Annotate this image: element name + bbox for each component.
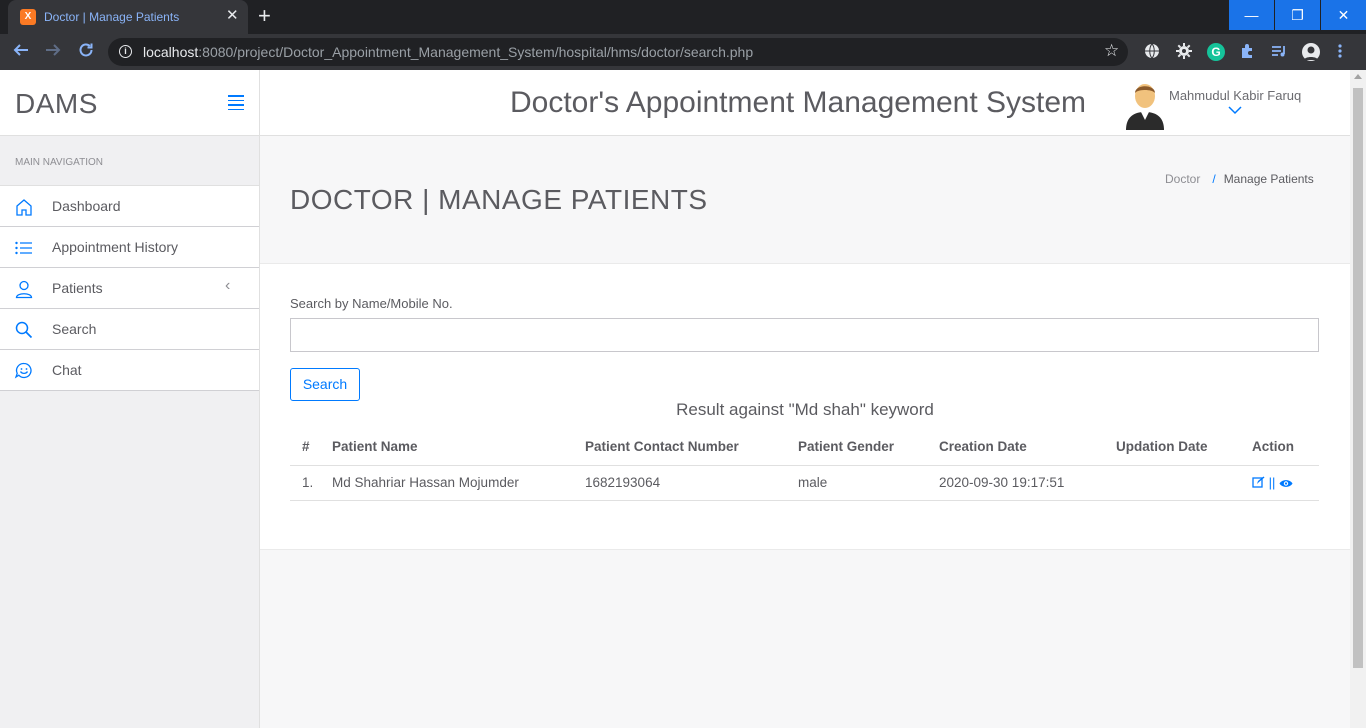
search-panel: Search by Name/Mobile No. Search Result … xyxy=(260,265,1350,550)
column-header-number: # xyxy=(290,429,332,466)
cell-number: 1. xyxy=(290,465,332,501)
xampp-favicon-icon: X xyxy=(20,9,36,25)
scroll-up-arrow-icon[interactable] xyxy=(1354,74,1362,79)
search-button[interactable]: Search xyxy=(290,368,360,401)
chevron-down-icon[interactable] xyxy=(1228,102,1242,118)
reload-icon[interactable] xyxy=(77,41,95,64)
edit-icon[interactable] xyxy=(1252,475,1265,490)
column-header-patient-name: Patient Name xyxy=(332,429,585,466)
sidebar-item-label: Chat xyxy=(52,362,82,378)
profile-avatar-icon[interactable] xyxy=(1302,43,1320,61)
sidebar-item-label: Search xyxy=(52,321,97,337)
sidebar-item-chat[interactable]: Chat xyxy=(0,350,259,391)
column-header-action: Action xyxy=(1252,429,1319,466)
home-icon xyxy=(14,197,34,217)
breadcrumb: Doctor / Manage Patients xyxy=(1165,172,1314,186)
bookmark-star-icon[interactable]: ☆ xyxy=(1104,41,1119,61)
app-header: DAMS Doctor's Appointment Management Sys… xyxy=(0,70,1350,136)
url-text[interactable]: localhost:8080/project/Doctor_Appointmen… xyxy=(143,44,753,60)
sidebar-item-patients[interactable]: Patients ‹ xyxy=(0,268,259,309)
page-title: DOCTOR | MANAGE PATIENTS xyxy=(290,184,708,215)
column-header-creation-date: Creation Date xyxy=(939,429,1116,466)
nav-list: Dashboard Appointment History Patients ‹… xyxy=(0,185,259,391)
page-scrollbar[interactable] xyxy=(1350,70,1366,728)
column-header-gender: Patient Gender xyxy=(798,429,939,466)
cell-action: || xyxy=(1252,465,1319,501)
tab-close-icon[interactable]: ✕ xyxy=(226,7,239,25)
menu-toggle-icon[interactable] xyxy=(228,95,244,113)
view-eye-icon[interactable] xyxy=(1279,475,1293,490)
sidebar-item-search[interactable]: Search xyxy=(0,309,259,350)
forward-arrow-icon[interactable] xyxy=(44,41,62,64)
browser-menu-icon[interactable] xyxy=(1335,43,1345,61)
page-header: DOCTOR | MANAGE PATIENTS Doctor / Manage P… xyxy=(260,136,1350,264)
column-header-updation-date: Updation Date xyxy=(1116,429,1252,466)
sidebar-item-label: Appointment History xyxy=(52,239,179,255)
scrollbar-thumb[interactable] xyxy=(1353,88,1363,668)
cell-gender: male xyxy=(798,465,939,501)
cell-patient-name: Md Shahriar Hassan Mojumder xyxy=(332,465,585,501)
search-label: Search by Name/Mobile No. xyxy=(290,296,453,311)
back-arrow-icon[interactable] xyxy=(12,41,30,64)
result-heading: Result against "Md shah" keyword xyxy=(676,400,934,419)
brand-logo[interactable]: DAMS xyxy=(15,88,98,120)
grammarly-extension-icon[interactable]: G xyxy=(1207,43,1225,61)
table-header-row: # Patient Name Patient Contact Number Pa… xyxy=(290,429,1319,466)
playlist-icon[interactable] xyxy=(1270,43,1288,61)
breadcrumb-parent[interactable]: Doctor xyxy=(1165,172,1200,186)
patients-table: # Patient Name Patient Contact Number Pa… xyxy=(290,429,1319,501)
new-tab-icon[interactable]: + xyxy=(258,5,271,27)
breadcrumb-separator: / xyxy=(1212,172,1216,186)
browser-tab[interactable]: X Doctor | Manage Patients ✕ xyxy=(8,0,248,34)
action-separator: || xyxy=(1268,475,1276,490)
address-bar[interactable]: i localhost:8080/project/Doctor_Appointm… xyxy=(108,38,1128,66)
sidebar-item-label: Patients xyxy=(52,280,103,296)
breadcrumb-current: Manage Patients xyxy=(1223,172,1314,186)
puzzle-extensions-icon[interactable] xyxy=(1238,43,1256,61)
cell-creation-date: 2020-09-30 19:17:51 xyxy=(939,465,1116,501)
window-maximize-button[interactable]: ❐ xyxy=(1275,0,1320,30)
browser-toolbar: i localhost:8080/project/Doctor_Appointm… xyxy=(0,34,1366,70)
chat-icon xyxy=(14,361,34,381)
sidebar: MAIN NAVIGATION Dashboard Appointment Hi… xyxy=(0,136,260,728)
globe-extension-icon[interactable] xyxy=(1143,43,1161,61)
cell-updation-date xyxy=(1116,465,1252,501)
user-icon xyxy=(14,279,34,299)
table-row: 1. Md Shahriar Hassan Mojumder 168219306… xyxy=(290,465,1319,501)
browser-titlebar: X Doctor | Manage Patients ✕ + — ❐ ✕ xyxy=(0,0,1366,34)
content-footer-area xyxy=(260,550,1350,728)
list-icon xyxy=(14,238,34,258)
column-header-contact-number: Patient Contact Number xyxy=(585,429,798,466)
brand-area: DAMS xyxy=(0,70,260,136)
tab-title: Doctor | Manage Patients xyxy=(44,10,180,24)
cell-contact-number: 1682193064 xyxy=(585,465,798,501)
main-content: DOCTOR | MANAGE PATIENTS Doctor / Manage P… xyxy=(260,136,1350,728)
site-info-icon[interactable]: i xyxy=(119,45,132,58)
nav-heading: MAIN NAVIGATION xyxy=(15,157,103,168)
sidebar-item-dashboard[interactable]: Dashboard xyxy=(0,186,259,227)
gear-extension-icon[interactable] xyxy=(1175,43,1193,61)
chevron-left-icon[interactable]: ‹ xyxy=(225,277,230,295)
user-name[interactable]: Mahmudul Kabir Faruq xyxy=(1169,88,1301,103)
search-icon xyxy=(14,320,34,340)
sidebar-item-label: Dashboard xyxy=(52,198,121,214)
window-close-button[interactable]: ✕ xyxy=(1321,0,1366,30)
user-avatar[interactable] xyxy=(1124,80,1166,130)
window-minimize-button[interactable]: — xyxy=(1229,0,1274,30)
sidebar-item-appointment-history[interactable]: Appointment History xyxy=(0,227,259,268)
search-input[interactable] xyxy=(290,318,1319,352)
system-title: Doctor's Appointment Management System xyxy=(510,86,1087,119)
